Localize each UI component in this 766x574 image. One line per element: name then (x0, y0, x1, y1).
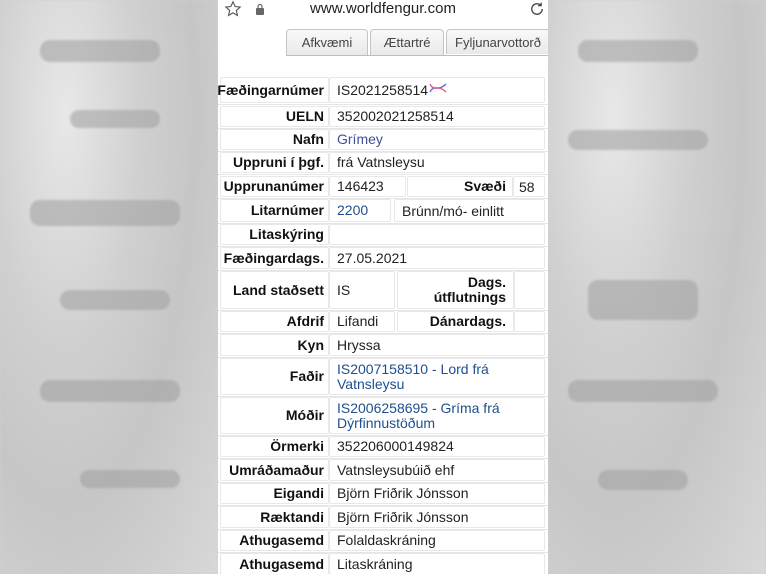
value-cell (329, 224, 545, 245)
label-litarnumer: Litarnúmer (250, 202, 324, 218)
value-kyn: Hryssa (337, 336, 381, 353)
blurred-background-right (548, 0, 766, 574)
value-athugasemd-2: Litaskráning (337, 555, 413, 572)
value-svaedi: 58 (519, 178, 535, 195)
row-umradamadur: Umráðamaður Vatnsleysubúið ehf (218, 458, 548, 483)
label-uppruni: Uppruni í þgf. (233, 154, 324, 170)
label-athugasemd-2: Athugasemd (239, 555, 324, 572)
tab-fyljunarvottord[interactable]: Fyljunarvottorð (446, 29, 548, 54)
row-litarnumer: Litarnúmer 2200 Brúnn/mó- einlitt (218, 198, 548, 224)
tab-afkvaemi[interactable]: Afkvæmi (286, 29, 368, 55)
row-athugasemd-2: Athugasemd Litaskráning (218, 552, 548, 574)
label-faedingarnumer: Fæðingarnúmer (218, 81, 324, 98)
row-eigandi: Eigandi Björn Friðrik Jónsson (218, 482, 548, 506)
value-fadir-link[interactable]: IS2007158510 - Lord frá Vatnsleysu (337, 357, 497, 396)
value-raektandi: Björn Friðrik Jónsson (337, 508, 469, 525)
value-ormerki: 352206000149824 (337, 438, 454, 454)
row-faedingardags: Fæðingardags. 27.05.2021 (218, 246, 548, 271)
value-land: IS (337, 281, 351, 298)
value-modir-link[interactable]: IS2006258695 - Gríma frá Dýrfinnustöðum (337, 396, 507, 435)
value-ueln: 352002021258514 (337, 108, 454, 124)
dna-icon[interactable] (429, 82, 447, 94)
value-faedingardags: 27.05.2021 (337, 249, 408, 266)
url-text[interactable]: www.worldfengur.com (218, 0, 548, 18)
row-afdrif: Afdrif Lifandi Dánardags. (218, 310, 548, 334)
label-athugasemd-1: Athugasemd (239, 532, 324, 548)
row-ormerki: Örmerki 352206000149824 (218, 435, 548, 459)
label-eigandi: Eigandi (273, 485, 324, 501)
row-nafn: Nafn Grímey (218, 128, 548, 152)
label-modir: Móðir (285, 407, 324, 423)
label-upprunanumer: Upprunanúmer (223, 178, 324, 194)
value-cell (514, 311, 545, 332)
value-nafn-link[interactable]: Grímey (337, 128, 383, 151)
row-litaskyring: Litaskýring (218, 223, 548, 247)
row-faedingarnumer: Fæðingarnúmer IS2021258514 (218, 76, 548, 105)
label-litaskyring: Litaskýring (249, 226, 324, 242)
blurred-background-left (0, 0, 218, 574)
row-raektandi: Ræktandi Björn Friðrik Jónsson (218, 505, 548, 530)
row-ueln: UELN 352002021258514 (218, 105, 548, 129)
value-faedingarnumer: IS2021258514 (337, 81, 429, 98)
label-kyn: Kyn (297, 336, 324, 353)
reload-icon[interactable] (528, 0, 546, 18)
label-ueln: UELN (285, 108, 324, 124)
row-athugasemd-1: Athugasemd Folaldaskráning (218, 529, 548, 553)
value-litarnumer-link[interactable]: 2200 (337, 198, 368, 223)
row-fadir: Faðir IS2007158510 - Lord frá Vatnsleysu (218, 357, 548, 397)
tab-aettartre[interactable]: Ættartré (370, 29, 444, 55)
row-upprunanumer: Upprunanúmer 146423 Svæði 58 (218, 175, 548, 199)
value-uppruni: frá Vatnsleysu (337, 154, 425, 170)
label-nafn: Nafn (292, 131, 324, 147)
label-fadir: Faðir (289, 368, 324, 384)
value-umradamadur: Vatnsleysubúið ehf (337, 461, 455, 478)
browser-address-bar[interactable]: www.worldfengur.com (218, 0, 548, 20)
phone-screen: www.worldfengur.com Afkvæmi Ættartré Fyl… (218, 0, 548, 574)
label-danardags: Dánardags. (429, 313, 506, 329)
label-svaedi: Svæði (463, 178, 506, 194)
label-raektandi: Ræktandi (260, 508, 324, 525)
label-faedingardags: Fæðingardags. (223, 249, 324, 266)
row-modir: Móðir IS2006258695 - Gríma frá Dýrfinnus… (218, 396, 548, 436)
label-ormerki: Örmerki (270, 438, 324, 454)
value-cell (514, 271, 545, 309)
value-litur: Brúnn/mó- einlitt (402, 202, 504, 219)
label-afdrif: Afdrif (286, 313, 324, 329)
label-umradamadur: Umráðamaður (229, 461, 324, 478)
value-eigandi: Björn Friðrik Jónsson (337, 485, 469, 501)
row-land: Land staðsett IS Dags. útflutnings (218, 270, 548, 311)
row-kyn: Kyn Hryssa (218, 333, 548, 358)
row-uppruni: Uppruni í þgf. frá Vatnsleysu (218, 151, 548, 175)
value-afdrif: Lifandi (337, 313, 379, 329)
value-upprunanumer: 146423 (337, 178, 384, 194)
value-athugasemd-1: Folaldaskráning (337, 532, 436, 548)
label-land: Land staðsett (232, 281, 324, 298)
label-dags-utflutnings: Dags. útflutnings (433, 274, 506, 305)
tab-bar: Afkvæmi Ættartré Fyljunarvottorð (286, 27, 548, 56)
